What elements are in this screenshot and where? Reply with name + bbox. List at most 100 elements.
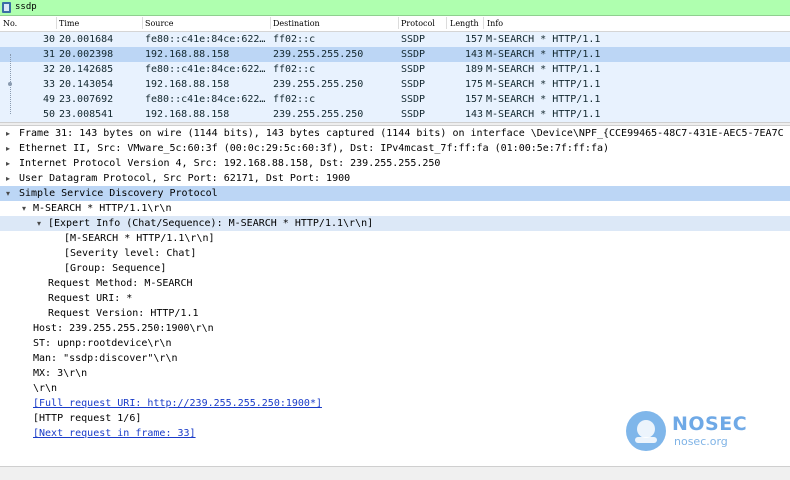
expand-arrow-icon[interactable]: ▸ <box>3 141 13 156</box>
tree-item-expert-info[interactable]: ▾ [Expert Info (Chat/Sequence): M-SEARCH… <box>0 216 790 231</box>
tree-item-label: M-SEARCH * HTTP/1.1\r\n <box>33 203 172 214</box>
tree-item-frame[interactable]: ▸ Frame 31: 143 bytes on wire (1144 bits… <box>0 126 790 141</box>
packet-protocol: SSDP <box>401 94 426 105</box>
packet-protocol: SSDP <box>401 109 426 120</box>
packet-destination: ff02::c <box>273 94 316 105</box>
tree-item-label: [HTTP request 1/6] <box>33 413 142 424</box>
tree-item-label: Man: "ssdp:discover"\r\n <box>33 353 178 364</box>
packet-time: 20.142685 <box>59 64 114 75</box>
packet-time: 20.143054 <box>59 79 114 90</box>
packet-time: 23.008541 <box>59 109 114 120</box>
next-request-link[interactable]: [Next request in frame: 33] <box>33 426 196 441</box>
packet-source: 192.168.88.158 <box>145 109 230 120</box>
tree-item-label: [Expert Info (Chat/Sequence): M-SEARCH *… <box>48 218 374 229</box>
packet-destination: ff02::c <box>273 34 316 45</box>
packet-destination: 239.255.255.250 <box>273 49 364 60</box>
tree-item[interactable]: Request Method: M-SEARCH <box>0 276 790 291</box>
packet-length: 143 <box>464 109 483 120</box>
packet-info: M-SEARCH * HTTP/1.1 <box>486 34 601 45</box>
tree-item-label: [Severity level: Chat] <box>64 248 197 259</box>
tree-item-label: Simple Service Discovery Protocol <box>19 188 218 199</box>
tree-item-label: Internet Protocol Version 4, Src: 192.16… <box>19 158 441 169</box>
expand-arrow-icon[interactable]: ▸ <box>3 171 13 186</box>
column-header-protocol[interactable]: Protocol <box>401 19 435 28</box>
tree-item-label: Request Version: HTTP/1.1 <box>48 308 199 319</box>
column-header-source[interactable]: Source <box>145 19 174 28</box>
tree-item-ipv4[interactable]: ▸ Internet Protocol Version 4, Src: 192.… <box>0 156 790 171</box>
column-header-time[interactable]: Time <box>59 19 79 28</box>
bytes-pane-edge <box>0 466 790 480</box>
tree-item-label: Frame 31: 143 bytes on wire (1144 bits),… <box>19 128 784 139</box>
tree-item[interactable]: [Severity level: Chat] <box>0 246 790 261</box>
display-filter-input[interactable]: ssdp <box>15 1 37 14</box>
tree-item[interactable]: MX: 3\r\n <box>0 366 790 381</box>
packet-no: 30 <box>42 34 55 45</box>
packet-protocol: SSDP <box>401 64 426 75</box>
tree-item[interactable]: [Group: Sequence] <box>0 261 790 276</box>
packet-length: 157 <box>464 94 483 105</box>
packet-row[interactable]: 33 20.143054 192.168.88.158 239.255.255.… <box>0 77 790 92</box>
packet-list: No. Time Source Destination Protocol Len… <box>0 16 790 122</box>
tree-item-label: Request Method: M-SEARCH <box>48 278 193 289</box>
packet-source: 192.168.88.158 <box>145 49 230 60</box>
tree-item[interactable]: Man: "ssdp:discover"\r\n <box>0 351 790 366</box>
packet-length: 157 <box>464 34 483 45</box>
packet-source: fe80::c41e:84ce:622… <box>145 64 266 75</box>
tree-item-label: Ethernet II, Src: VMware_5c:60:3f (00:0c… <box>19 143 610 154</box>
tree-item-udp[interactable]: ▸ User Datagram Protocol, Src Port: 6217… <box>0 171 790 186</box>
packet-row[interactable]: 32 20.142685 fe80::c41e:84ce:622… ff02::… <box>0 62 790 77</box>
tree-item[interactable]: Request Version: HTTP/1.1 <box>0 306 790 321</box>
packet-destination: 239.255.255.250 <box>273 109 364 120</box>
tree-item-label: User Datagram Protocol, Src Port: 62171,… <box>19 173 351 184</box>
tree-item[interactable]: \r\n <box>0 381 790 396</box>
packet-info: M-SEARCH * HTTP/1.1 <box>486 64 601 75</box>
packet-source: 192.168.88.158 <box>145 79 230 90</box>
expand-arrow-icon[interactable]: ▸ <box>3 126 13 141</box>
packet-no: 31 <box>42 49 55 60</box>
column-header-no[interactable]: No. <box>3 19 17 28</box>
tree-item-label: [Group: Sequence] <box>64 263 167 274</box>
tree-item-label: \r\n <box>33 383 58 394</box>
watermark: NOSEC nosec.org <box>626 411 786 451</box>
collapse-arrow-icon[interactable]: ▾ <box>34 216 44 231</box>
packet-list-header: No. Time Source Destination Protocol Len… <box>0 16 790 32</box>
nosec-logo-icon <box>626 411 666 451</box>
packet-source: fe80::c41e:84ce:622… <box>145 34 266 45</box>
tree-item[interactable]: ST: upnp:rootdevice\r\n <box>0 336 790 351</box>
column-header-info[interactable]: Info <box>487 19 503 28</box>
tree-item-label: Request URI: * <box>48 293 133 304</box>
packet-row[interactable]: 30 20.001684 fe80::c41e:84ce:622… ff02::… <box>0 32 790 47</box>
tree-item-label: MX: 3\r\n <box>33 368 88 379</box>
watermark-site: nosec.org <box>674 435 728 448</box>
packet-time: 23.007692 <box>59 94 114 105</box>
collapse-arrow-icon[interactable]: ▾ <box>3 186 13 201</box>
column-header-length[interactable]: Length <box>450 19 479 28</box>
tree-item-label: Host: 239.255.255.250:1900\r\n <box>33 323 214 334</box>
packet-length: 175 <box>464 79 483 90</box>
packet-no: 32 <box>42 64 55 75</box>
packet-protocol: SSDP <box>401 49 426 60</box>
expand-arrow-icon[interactable]: ▸ <box>3 156 13 171</box>
bookmark-icon[interactable] <box>2 2 11 13</box>
tree-item-ssdp[interactable]: ▾ Simple Service Discovery Protocol <box>0 186 790 201</box>
packet-length: 189 <box>464 64 483 75</box>
packet-row-selected[interactable]: 31 20.002398 192.168.88.158 239.255.255.… <box>0 47 790 62</box>
packet-protocol: SSDP <box>401 34 426 45</box>
packet-row[interactable]: 49 23.007692 fe80::c41e:84ce:622… ff02::… <box>0 92 790 107</box>
tree-item-label: ST: upnp:rootdevice\r\n <box>33 338 172 349</box>
tree-item-request-line[interactable]: ▾ M-SEARCH * HTTP/1.1\r\n <box>0 201 790 216</box>
packet-row[interactable]: 50 23.008541 192.168.88.158 239.255.255.… <box>0 107 790 122</box>
tree-item-label: [M-SEARCH * HTTP/1.1\r\n] <box>64 233 215 244</box>
tree-item[interactable]: Request URI: * <box>0 291 790 306</box>
packet-time: 20.002398 <box>59 49 114 60</box>
tree-item-ethernet[interactable]: ▸ Ethernet II, Src: VMware_5c:60:3f (00:… <box>0 141 790 156</box>
full-request-uri-link[interactable]: [Full request URI: http://239.255.255.25… <box>33 396 322 411</box>
tree-item[interactable]: Host: 239.255.255.250:1900\r\n <box>0 321 790 336</box>
collapse-arrow-icon[interactable]: ▾ <box>19 201 29 216</box>
packet-destination: ff02::c <box>273 64 316 75</box>
display-filter-bar[interactable]: ssdp <box>0 0 790 16</box>
tree-item-full-request-uri[interactable]: [Full request URI: http://239.255.255.25… <box>0 396 790 411</box>
tree-item[interactable]: [M-SEARCH * HTTP/1.1\r\n] <box>0 231 790 246</box>
column-header-destination[interactable]: Destination <box>273 19 320 28</box>
packet-destination: 239.255.255.250 <box>273 79 364 90</box>
